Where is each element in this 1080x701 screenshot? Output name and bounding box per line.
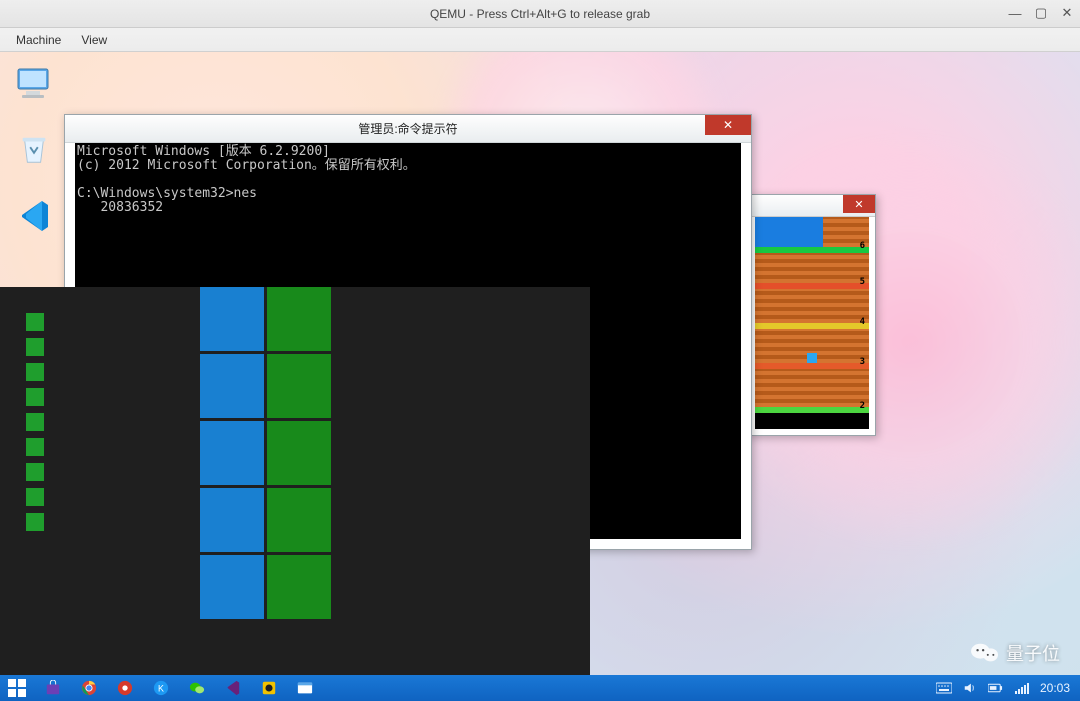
minimize-button[interactable]: —: [1004, 2, 1026, 24]
start-screen-panel[interactable]: [0, 287, 590, 675]
chrome-icon[interactable]: [78, 677, 100, 699]
start-tile[interactable]: [200, 488, 264, 552]
accent-square: [26, 413, 44, 431]
recycle-bin-icon: [16, 133, 52, 167]
accent-square: [26, 388, 44, 406]
watermark: 量子位: [970, 639, 1060, 667]
command-prompt-close-button[interactable]: ✕: [705, 115, 751, 135]
nes-floor-label: 2: [860, 401, 865, 411]
tray-keyboard-icon[interactable]: [936, 680, 952, 696]
wechat-icon[interactable]: [186, 677, 208, 699]
start-tile[interactable]: [267, 287, 331, 351]
svg-text:K: K: [158, 684, 164, 694]
nes-canvas: 6 5 4 3 2: [755, 217, 869, 429]
tile-grid: [200, 287, 331, 622]
start-tile[interactable]: [267, 354, 331, 418]
desktop-icon-recycle-bin[interactable]: [4, 122, 64, 178]
start-tile[interactable]: [267, 421, 331, 485]
start-tile[interactable]: [200, 555, 264, 619]
tray-network-icon[interactable]: [1014, 680, 1030, 696]
qemu-menubar: Machine View: [0, 28, 1080, 52]
accent-square: [26, 338, 44, 356]
window-icon[interactable]: [294, 677, 316, 699]
vscode-icon: [16, 199, 52, 233]
start-tile[interactable]: [267, 488, 331, 552]
visual-studio-icon[interactable]: [222, 677, 244, 699]
nes-titlebar[interactable]: ✕: [749, 195, 875, 217]
nes-floor-label: 4: [860, 317, 865, 327]
nes-floor-label: 3: [860, 357, 865, 367]
command-prompt-titlebar[interactable]: 管理员:命令提示符 ✕: [65, 115, 751, 143]
start-button[interactable]: [6, 677, 28, 699]
taskbar-clock[interactable]: 20:03: [1040, 681, 1070, 695]
close-button[interactable]: ✕: [1056, 2, 1078, 24]
menu-machine[interactable]: Machine: [6, 31, 71, 49]
accent-square: [26, 488, 44, 506]
start-tile[interactable]: [200, 354, 264, 418]
accent-square: [26, 463, 44, 481]
store-icon[interactable]: [42, 677, 64, 699]
desktop-icon-computer[interactable]: [4, 56, 64, 112]
close-icon: ✕: [854, 198, 863, 211]
menu-view[interactable]: View: [71, 31, 117, 49]
maximize-button[interactable]: ▢: [1030, 2, 1052, 24]
chat-bubble-icon: [970, 639, 1000, 667]
desktop-icon-vscode[interactable]: [4, 188, 64, 244]
computer-icon: [16, 67, 52, 101]
start-tile[interactable]: [267, 555, 331, 619]
close-icon: ✕: [723, 118, 733, 132]
watermark-text: 量子位: [1006, 640, 1060, 666]
start-tile[interactable]: [200, 421, 264, 485]
app-icon[interactable]: [258, 677, 280, 699]
start-tile[interactable]: [200, 287, 264, 351]
command-prompt-title: 管理员:命令提示符: [358, 120, 457, 137]
qemu-titlebar: QEMU - Press Ctrl+Alt+G to release grab …: [0, 0, 1080, 28]
tray-battery-icon[interactable]: [988, 680, 1004, 696]
accent-square: [26, 363, 44, 381]
guest-desktop: 管理员:命令提示符 ✕ Microsoft Windows [版本 6.2.92…: [0, 52, 1080, 701]
nes-game-window[interactable]: ✕ 6 5 4 3 2: [748, 194, 876, 436]
guest-taskbar: K 20:03: [0, 675, 1080, 701]
kde-icon[interactable]: K: [150, 677, 172, 699]
tray-volume-icon[interactable]: [962, 680, 978, 696]
qemu-title: QEMU - Press Ctrl+Alt+G to release grab: [430, 7, 650, 21]
media-icon[interactable]: [114, 677, 136, 699]
accent-column: [26, 313, 44, 538]
accent-square: [26, 513, 44, 531]
accent-square: [26, 438, 44, 456]
accent-square: [26, 313, 44, 331]
nes-close-button[interactable]: ✕: [843, 195, 875, 213]
nes-floor-label: 5: [860, 277, 865, 287]
nes-floor-label: 6: [860, 241, 865, 251]
